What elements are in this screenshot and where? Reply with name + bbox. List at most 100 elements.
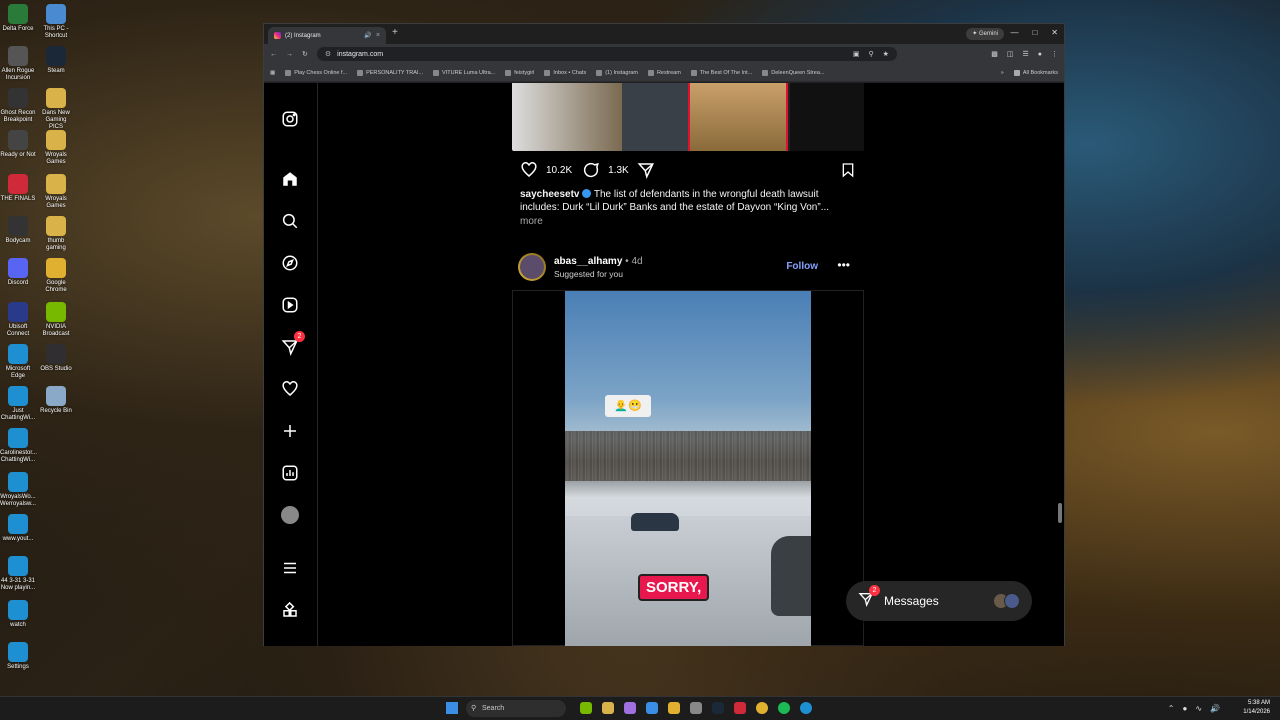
desktop-icon[interactable]: watch [0, 600, 36, 629]
desktop-icon[interactable]: Google Chrome [38, 258, 74, 294]
install-icon[interactable]: ▣ [853, 50, 860, 58]
like-heart-icon[interactable] [520, 161, 538, 179]
chrome-icon[interactable] [756, 702, 768, 714]
desktop-icon[interactable]: www.yout... [0, 514, 36, 543]
bookmark-item[interactable]: Inbox • Chats [544, 69, 586, 76]
wifi-icon[interactable]: ∿ [1195, 704, 1202, 713]
desktop-icon[interactable]: Recycle Bin [38, 386, 74, 415]
dashboard-icon[interactable] [280, 463, 300, 483]
post1-image[interactable] [512, 83, 864, 151]
desktop-icon[interactable]: Discord [0, 258, 36, 287]
speaker-icon[interactable]: 🔊 [364, 32, 371, 39]
store-icon[interactable] [646, 702, 658, 714]
page-scrollbar[interactable] [1058, 503, 1062, 523]
bookmark-item[interactable]: Play Chess Online f... [285, 69, 347, 76]
post2-username[interactable]: abas__alhamy [554, 256, 622, 267]
desktop-icon[interactable]: 44 3-31 3-31 Now playin... [0, 556, 36, 592]
edge-icon[interactable] [800, 702, 812, 714]
more-link[interactable]: more [520, 216, 543, 227]
copilot-icon[interactable] [624, 702, 636, 714]
zoom-icon[interactable]: ⚲ [868, 50, 873, 58]
close-window-icon[interactable]: ✕ [1051, 28, 1058, 37]
extensions-icon[interactable]: ▩ [991, 50, 998, 58]
reels-icon[interactable] [280, 295, 300, 315]
bookmark-item[interactable]: VITURE Luma Ultra... [433, 69, 495, 76]
address-bar[interactable]: ⚙ instagram.com ▣ ⚲ ★ [316, 47, 897, 61]
instagram-logo-icon[interactable] [280, 109, 300, 129]
desktop-icon[interactable]: THE FINALS [0, 174, 36, 203]
close-tab-icon[interactable]: × [376, 32, 380, 39]
home-icon[interactable] [280, 169, 300, 189]
also-from-meta-icon[interactable] [280, 600, 300, 620]
back-icon[interactable]: ← [270, 51, 277, 58]
taskbar-search[interactable]: ⚲ Search [466, 700, 566, 717]
post1-username[interactable]: saycheesetv [520, 189, 580, 200]
nvidia-app-icon[interactable] [580, 702, 592, 714]
bookmark-item[interactable]: PERSONALITY TRAI... [357, 69, 423, 76]
file-explorer-icon[interactable] [602, 702, 614, 714]
media-icon[interactable]: ☰ [1022, 50, 1028, 58]
desktop-icon[interactable]: Wroyals Games [38, 174, 74, 210]
folder-icon[interactable] [668, 702, 680, 714]
volume-icon[interactable]: 🔊 [1210, 704, 1220, 713]
steam-icon[interactable] [712, 702, 724, 714]
clock[interactable]: 5:38 AM 1/14/2026 [1243, 699, 1270, 717]
notifications-heart-icon[interactable] [280, 379, 300, 399]
desktop-icon[interactable]: Steam [38, 46, 74, 75]
share-icon[interactable] [637, 161, 655, 179]
more-bookmarks-icon[interactable]: » [1001, 70, 1004, 76]
desktop-icon[interactable]: Microsoft Edge [0, 344, 36, 380]
desktop-icon[interactable]: Bodycam [0, 216, 36, 245]
direct-messages-icon[interactable]: 2 [280, 331, 305, 357]
menu-hamburger-icon[interactable] [280, 558, 300, 578]
bookmark-item[interactable]: feistygirl [505, 69, 534, 76]
more-options-icon[interactable]: ••• [837, 258, 850, 272]
comment-icon[interactable] [582, 161, 600, 179]
desktop-icon[interactable]: Just ChattingWi... [0, 386, 36, 422]
tab-instagram[interactable]: (2) Instagram 🔊 × [268, 27, 386, 44]
desktop-icon[interactable]: Ubisoft Connect [0, 302, 36, 338]
desktop-icon[interactable]: WroyalsWo... Werroyalsw... [0, 472, 36, 508]
desktop-icon[interactable]: Delta Force [0, 4, 36, 33]
messages-button[interactable]: 2 Messages [846, 581, 1032, 621]
desktop-icon[interactable]: Ghost Recon Breakpoint [0, 88, 36, 124]
post2-avatar[interactable] [518, 253, 546, 281]
minimize-icon[interactable]: — [1010, 28, 1018, 37]
desktop-icon[interactable]: OBS Studio [38, 344, 74, 373]
apps-icon[interactable]: ▦ [270, 70, 275, 76]
bookmark-item[interactable]: The Best Of The Int... [690, 69, 752, 76]
search-icon[interactable] [280, 211, 300, 231]
all-bookmarks[interactable]: All Bookmarks [1013, 69, 1058, 76]
desktop-icon[interactable]: Settings [0, 642, 36, 671]
desktop-icon[interactable]: This PC - Shortcut [38, 4, 74, 40]
split-icon[interactable]: ◫ [1007, 50, 1014, 58]
reload-icon[interactable]: ↻ [302, 50, 308, 58]
follow-button[interactable]: Follow [786, 261, 818, 272]
desktop-icon[interactable]: Wroyals Games [38, 130, 74, 166]
settings-icon[interactable] [690, 702, 702, 714]
desktop-icon[interactable]: NVIDIA Broadcast [38, 302, 74, 338]
chevron-up-icon[interactable]: ⌃ [1168, 704, 1175, 713]
bookmark-item[interactable]: Restream [647, 69, 681, 76]
profile-icon[interactable]: ● [1038, 51, 1042, 58]
app-icon[interactable] [734, 702, 746, 714]
maximize-icon[interactable]: □ [1032, 28, 1037, 37]
desktop-icon[interactable]: Carolinestor... ChattingWi... [0, 428, 37, 464]
desktop-icon[interactable]: Dans New Gaming PICS [38, 88, 74, 131]
bookmark-item[interactable]: (1) Instagram [596, 69, 638, 76]
desktop-icon[interactable]: Allen Rogue Incursion [0, 46, 36, 82]
spotify-icon[interactable] [778, 702, 790, 714]
create-plus-icon[interactable] [280, 421, 300, 441]
bookmark-star-icon[interactable]: ★ [883, 50, 889, 58]
profile-avatar[interactable] [280, 505, 300, 525]
post2-video[interactable]: 👨‍🦲😬 SORRY, [512, 290, 864, 646]
forward-icon[interactable]: → [286, 51, 293, 58]
save-bookmark-icon[interactable] [840, 161, 856, 179]
explore-icon[interactable] [280, 253, 300, 273]
site-info-icon[interactable]: ⚙ [325, 50, 331, 58]
mic-icon[interactable]: ● [1182, 704, 1187, 713]
new-tab-button[interactable]: + [392, 27, 398, 38]
menu-icon[interactable]: ⋮ [1051, 50, 1058, 58]
gemini-button[interactable]: ✦ Gemini [966, 28, 1004, 40]
desktop-icon[interactable]: thumb gaming [38, 216, 74, 252]
